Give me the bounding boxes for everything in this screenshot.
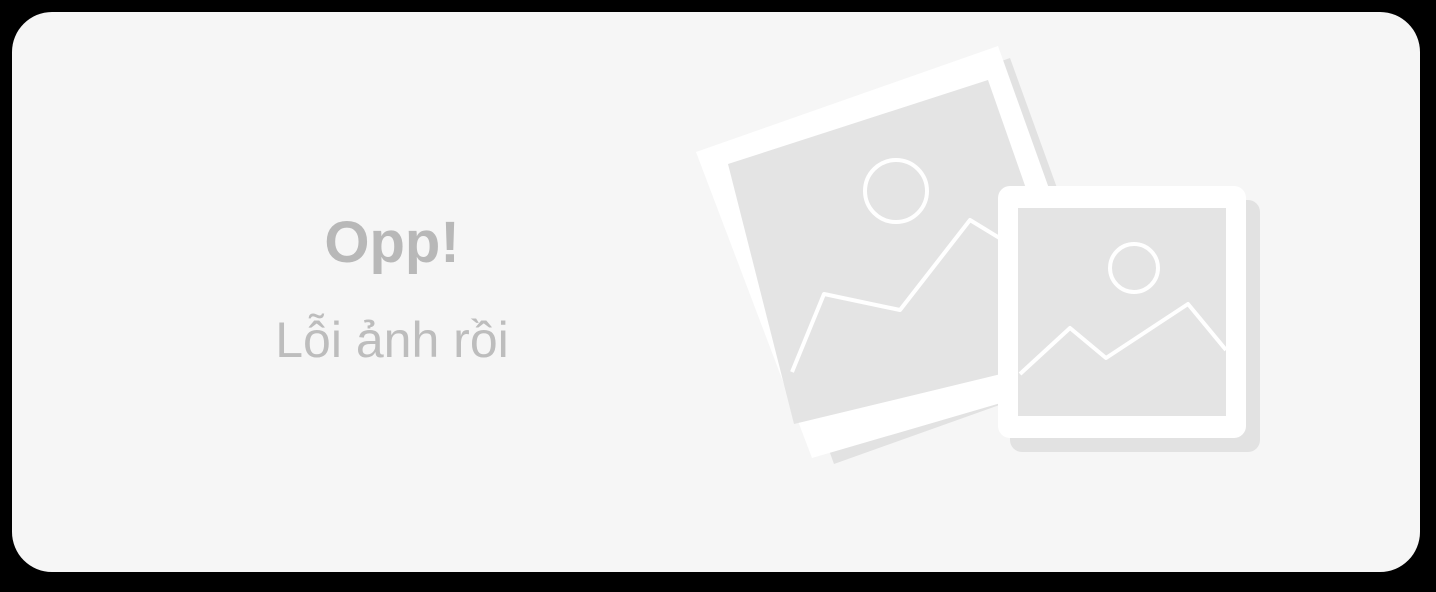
- broken-image-icon: [696, 46, 1260, 464]
- image-error-card: Opp! Lỗi ảnh rồi: [12, 12, 1420, 572]
- small-photo-icon: [998, 186, 1260, 452]
